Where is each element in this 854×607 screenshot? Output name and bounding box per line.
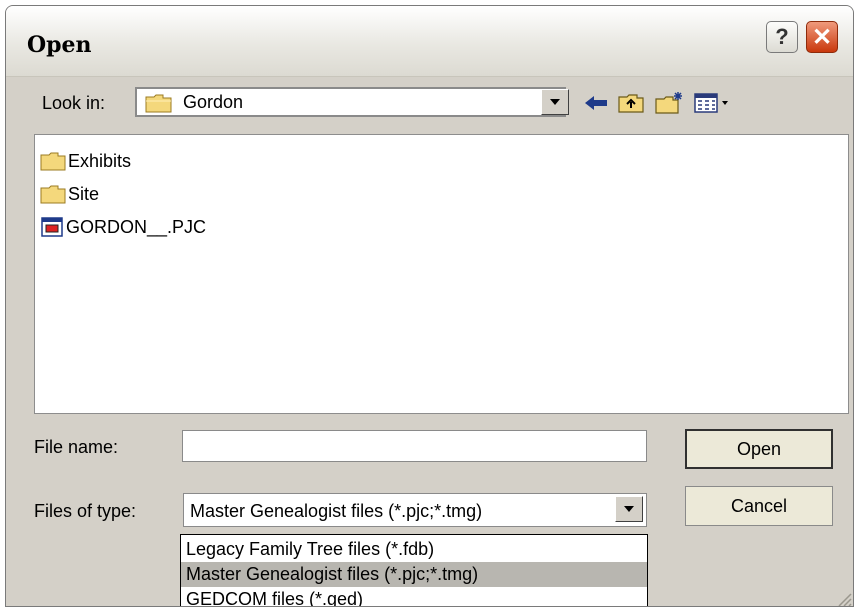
chevron-down-icon: [550, 99, 560, 105]
list-item[interactable]: Site: [40, 179, 99, 209]
help-icon: ?: [775, 24, 789, 49]
dropdown-option[interactable]: GEDCOM files (*.ged): [181, 587, 647, 606]
files-of-type-value: Master Genealogist files (*.pjc;*.tmg): [190, 501, 483, 521]
file-name: Exhibits: [68, 150, 132, 171]
up-folder-icon: [618, 94, 644, 113]
look-in-dropdown-button[interactable]: [541, 89, 569, 115]
dropdown-option-selected[interactable]: Master Genealogist files (*.pjc;*.tmg): [181, 562, 647, 587]
file-name: GORDON__.PJC: [66, 216, 207, 237]
look-in-label: Look in:: [42, 93, 106, 113]
project-file-icon: [41, 217, 63, 237]
title-bar[interactable]: Open ? ✕: [6, 6, 853, 77]
dropdown-option[interactable]: Legacy Family Tree files (*.fdb): [181, 537, 647, 562]
back-button[interactable]: [581, 90, 611, 116]
files-of-type-label: Files of type:: [34, 501, 137, 521]
folder-icon: [40, 185, 66, 204]
look-in-value: Gordon: [183, 92, 244, 112]
new-folder-icon: [655, 92, 682, 114]
up-folder-button[interactable]: [616, 90, 646, 116]
view-menu-icon: [694, 93, 728, 113]
folder-icon: [145, 94, 172, 113]
files-of-type-dropdown-button[interactable]: [615, 496, 643, 522]
open-dialog: Open ? ✕ Look in: Gordon Exhibits Site G…: [5, 5, 854, 607]
list-item[interactable]: GORDON__.PJC: [40, 212, 206, 242]
help-button[interactable]: ?: [766, 21, 798, 53]
view-menu-button[interactable]: [692, 90, 732, 116]
file-name-label: File name:: [34, 437, 119, 457]
file-name: Site: [68, 183, 100, 204]
back-arrow-icon: [585, 96, 607, 110]
folder-icon: [40, 152, 66, 171]
chevron-down-icon: [624, 506, 634, 512]
list-item[interactable]: Exhibits: [40, 146, 131, 176]
look-in-combo[interactable]: Gordon: [135, 87, 566, 117]
file-name-input[interactable]: [182, 430, 647, 462]
cancel-button[interactable]: Cancel: [685, 486, 833, 526]
file-list[interactable]: Exhibits Site GORDON__.PJC: [34, 134, 849, 414]
window-title: Open: [27, 32, 92, 58]
files-of-type-dropdown[interactable]: Legacy Family Tree files (*.fdb) Master …: [180, 534, 648, 606]
open-button[interactable]: Open: [685, 429, 833, 469]
close-icon: ✕: [811, 23, 833, 51]
new-folder-button[interactable]: [654, 90, 684, 116]
files-of-type-combo[interactable]: Master Genealogist files (*.pjc;*.tmg): [183, 493, 647, 527]
resize-grip-icon[interactable]: [836, 591, 852, 607]
close-button[interactable]: ✕: [806, 21, 838, 53]
